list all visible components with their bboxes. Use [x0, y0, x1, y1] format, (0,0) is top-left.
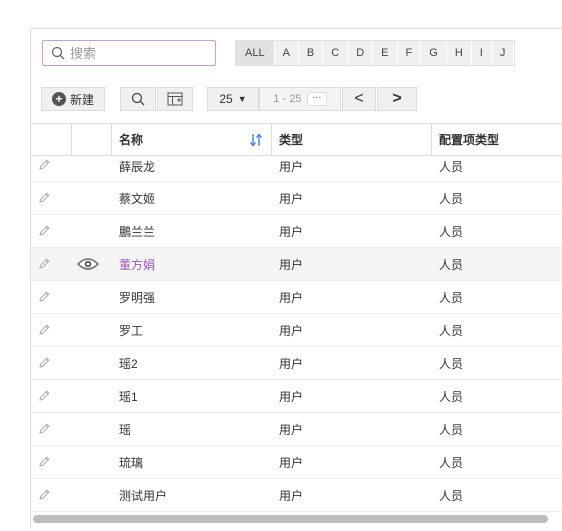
- row-name[interactable]: 瑶1: [119, 380, 138, 412]
- table-row[interactable]: 董方娟 用户 人员: [31, 248, 562, 281]
- chevron-right-icon: >: [392, 90, 402, 107]
- edit-icon[interactable]: [37, 347, 67, 379]
- table-row[interactable]: 薛辰龙 用户 人员: [31, 156, 562, 182]
- chevron-left-icon: <: [354, 90, 364, 107]
- alphabet-filter: ALL A B C D E F G H I J: [235, 40, 516, 66]
- row-config-type: 人员: [439, 455, 464, 470]
- list-panel: ALL A B C D E F G H I J + 新建 25 ▼ 1 - 25: [30, 28, 562, 529]
- edit-icon[interactable]: [37, 182, 67, 214]
- table-row[interactable]: 测试用户 用户 人员: [31, 479, 562, 512]
- alpha-filter-a[interactable]: A: [275, 41, 299, 65]
- row-name[interactable]: 罗工: [119, 314, 143, 346]
- sort-icon[interactable]: [249, 132, 263, 148]
- alpha-filter-g[interactable]: G: [421, 41, 447, 65]
- row-type: 用户: [279, 389, 304, 404]
- edit-icon[interactable]: [37, 156, 67, 183]
- row-config-type: 人员: [439, 224, 464, 239]
- row-config-type: 人员: [439, 389, 464, 404]
- row-name[interactable]: 蔡文姬: [119, 182, 155, 214]
- row-name[interactable]: 鵬兰兰: [119, 215, 155, 247]
- new-button[interactable]: + 新建: [41, 87, 105, 111]
- table-header: 名称 类型 配置项类型: [31, 123, 562, 156]
- page-range-text: 1 - 25: [273, 93, 302, 105]
- table-row[interactable]: 琉璃 用户 人员: [31, 446, 562, 479]
- table-row[interactable]: 蔡文姬 用户 人员: [31, 182, 562, 215]
- page-size-select[interactable]: 25 ▼: [207, 87, 259, 111]
- row-config-type: 人员: [439, 257, 464, 272]
- row-config-type: 人员: [439, 160, 464, 174]
- row-config-type: 人员: [439, 356, 464, 371]
- row-name[interactable]: 罗明强: [119, 281, 155, 313]
- row-type: 用户: [279, 257, 304, 272]
- caret-down-icon: ▼: [237, 94, 247, 104]
- page-jump-button[interactable]: ···: [306, 92, 327, 106]
- page-range-indicator: 1 - 25 ···: [259, 87, 341, 111]
- column-header-config-type[interactable]: 配置项类型: [439, 124, 499, 155]
- alpha-filter-j[interactable]: J: [492, 41, 515, 65]
- find-button[interactable]: [120, 87, 156, 111]
- row-name[interactable]: 薛辰龙: [119, 156, 155, 183]
- edit-icon[interactable]: [37, 380, 67, 412]
- page-size-value: 25: [219, 92, 233, 106]
- row-config-type: 人员: [439, 191, 464, 206]
- row-name[interactable]: 董方娟: [119, 248, 155, 280]
- table-row[interactable]: 瑶 用户 人员: [31, 413, 562, 446]
- previous-page-button[interactable]: <: [342, 87, 376, 111]
- row-name[interactable]: 瑶2: [119, 347, 138, 379]
- alpha-filter-d[interactable]: D: [348, 41, 374, 65]
- alpha-filter-all[interactable]: ALL: [236, 41, 275, 65]
- table-body: 薛辰龙 用户 人员 蔡文姬 用户 人员 鵬兰兰 用户 人员 董方娟 用户 人员 …: [31, 156, 562, 512]
- column-header-type[interactable]: 类型: [279, 124, 303, 155]
- row-type: 用户: [279, 290, 304, 305]
- row-type: 用户: [279, 160, 304, 174]
- edit-icon[interactable]: [37, 314, 67, 346]
- row-type: 用户: [279, 323, 304, 338]
- row-type: 用户: [279, 224, 304, 239]
- plus-circle-icon: +: [51, 92, 66, 106]
- alpha-filter-c[interactable]: C: [323, 41, 349, 65]
- search-icon: [131, 92, 145, 106]
- search-icon: [51, 46, 65, 60]
- alpha-filter-b[interactable]: B: [299, 41, 324, 65]
- row-type: 用户: [279, 356, 304, 371]
- data-table: 名称 类型 配置项类型 薛辰龙 用户 人员 蔡文姬 用户 人员 鵬兰兰 用户 人…: [31, 123, 562, 512]
- edit-icon[interactable]: [37, 215, 67, 247]
- table-row[interactable]: 罗工 用户 人员: [31, 314, 562, 347]
- edit-icon[interactable]: [37, 281, 67, 313]
- column-header-name[interactable]: 名称: [119, 124, 143, 155]
- row-name[interactable]: 测试用户: [119, 479, 167, 511]
- row-type: 用户: [279, 422, 304, 437]
- alpha-filter-e[interactable]: E: [373, 41, 398, 65]
- row-config-type: 人员: [439, 488, 464, 503]
- edit-icon[interactable]: [37, 248, 67, 280]
- search-box[interactable]: [42, 40, 216, 66]
- edit-icon[interactable]: [37, 413, 67, 445]
- row-name[interactable]: 琉璃: [119, 446, 143, 478]
- next-page-button[interactable]: >: [377, 87, 417, 111]
- columns-settings-button[interactable]: [157, 87, 193, 111]
- row-config-type: 人员: [439, 323, 464, 338]
- edit-icon[interactable]: [37, 446, 67, 478]
- row-type: 用户: [279, 455, 304, 470]
- table-row[interactable]: 瑶1 用户 人员: [31, 380, 562, 413]
- row-config-type: 人员: [439, 422, 464, 437]
- edit-icon[interactable]: [37, 479, 67, 511]
- table-columns-icon: [167, 92, 183, 106]
- table-row[interactable]: 鵬兰兰 用户 人员: [31, 215, 562, 248]
- eye-icon[interactable]: [77, 248, 107, 280]
- alpha-filter-i[interactable]: I: [472, 41, 492, 65]
- new-button-label: 新建: [69, 92, 94, 107]
- alpha-filter-f[interactable]: F: [398, 41, 422, 65]
- alpha-filter-h[interactable]: H: [447, 41, 472, 65]
- row-name[interactable]: 瑶: [119, 413, 131, 445]
- search-input[interactable]: [70, 45, 200, 61]
- table-row[interactable]: 罗明强 用户 人员: [31, 281, 562, 314]
- horizontal-scrollbar[interactable]: [33, 515, 548, 523]
- row-type: 用户: [279, 191, 304, 206]
- row-type: 用户: [279, 488, 304, 503]
- row-config-type: 人员: [439, 290, 464, 305]
- table-row[interactable]: 瑶2 用户 人员: [31, 347, 562, 380]
